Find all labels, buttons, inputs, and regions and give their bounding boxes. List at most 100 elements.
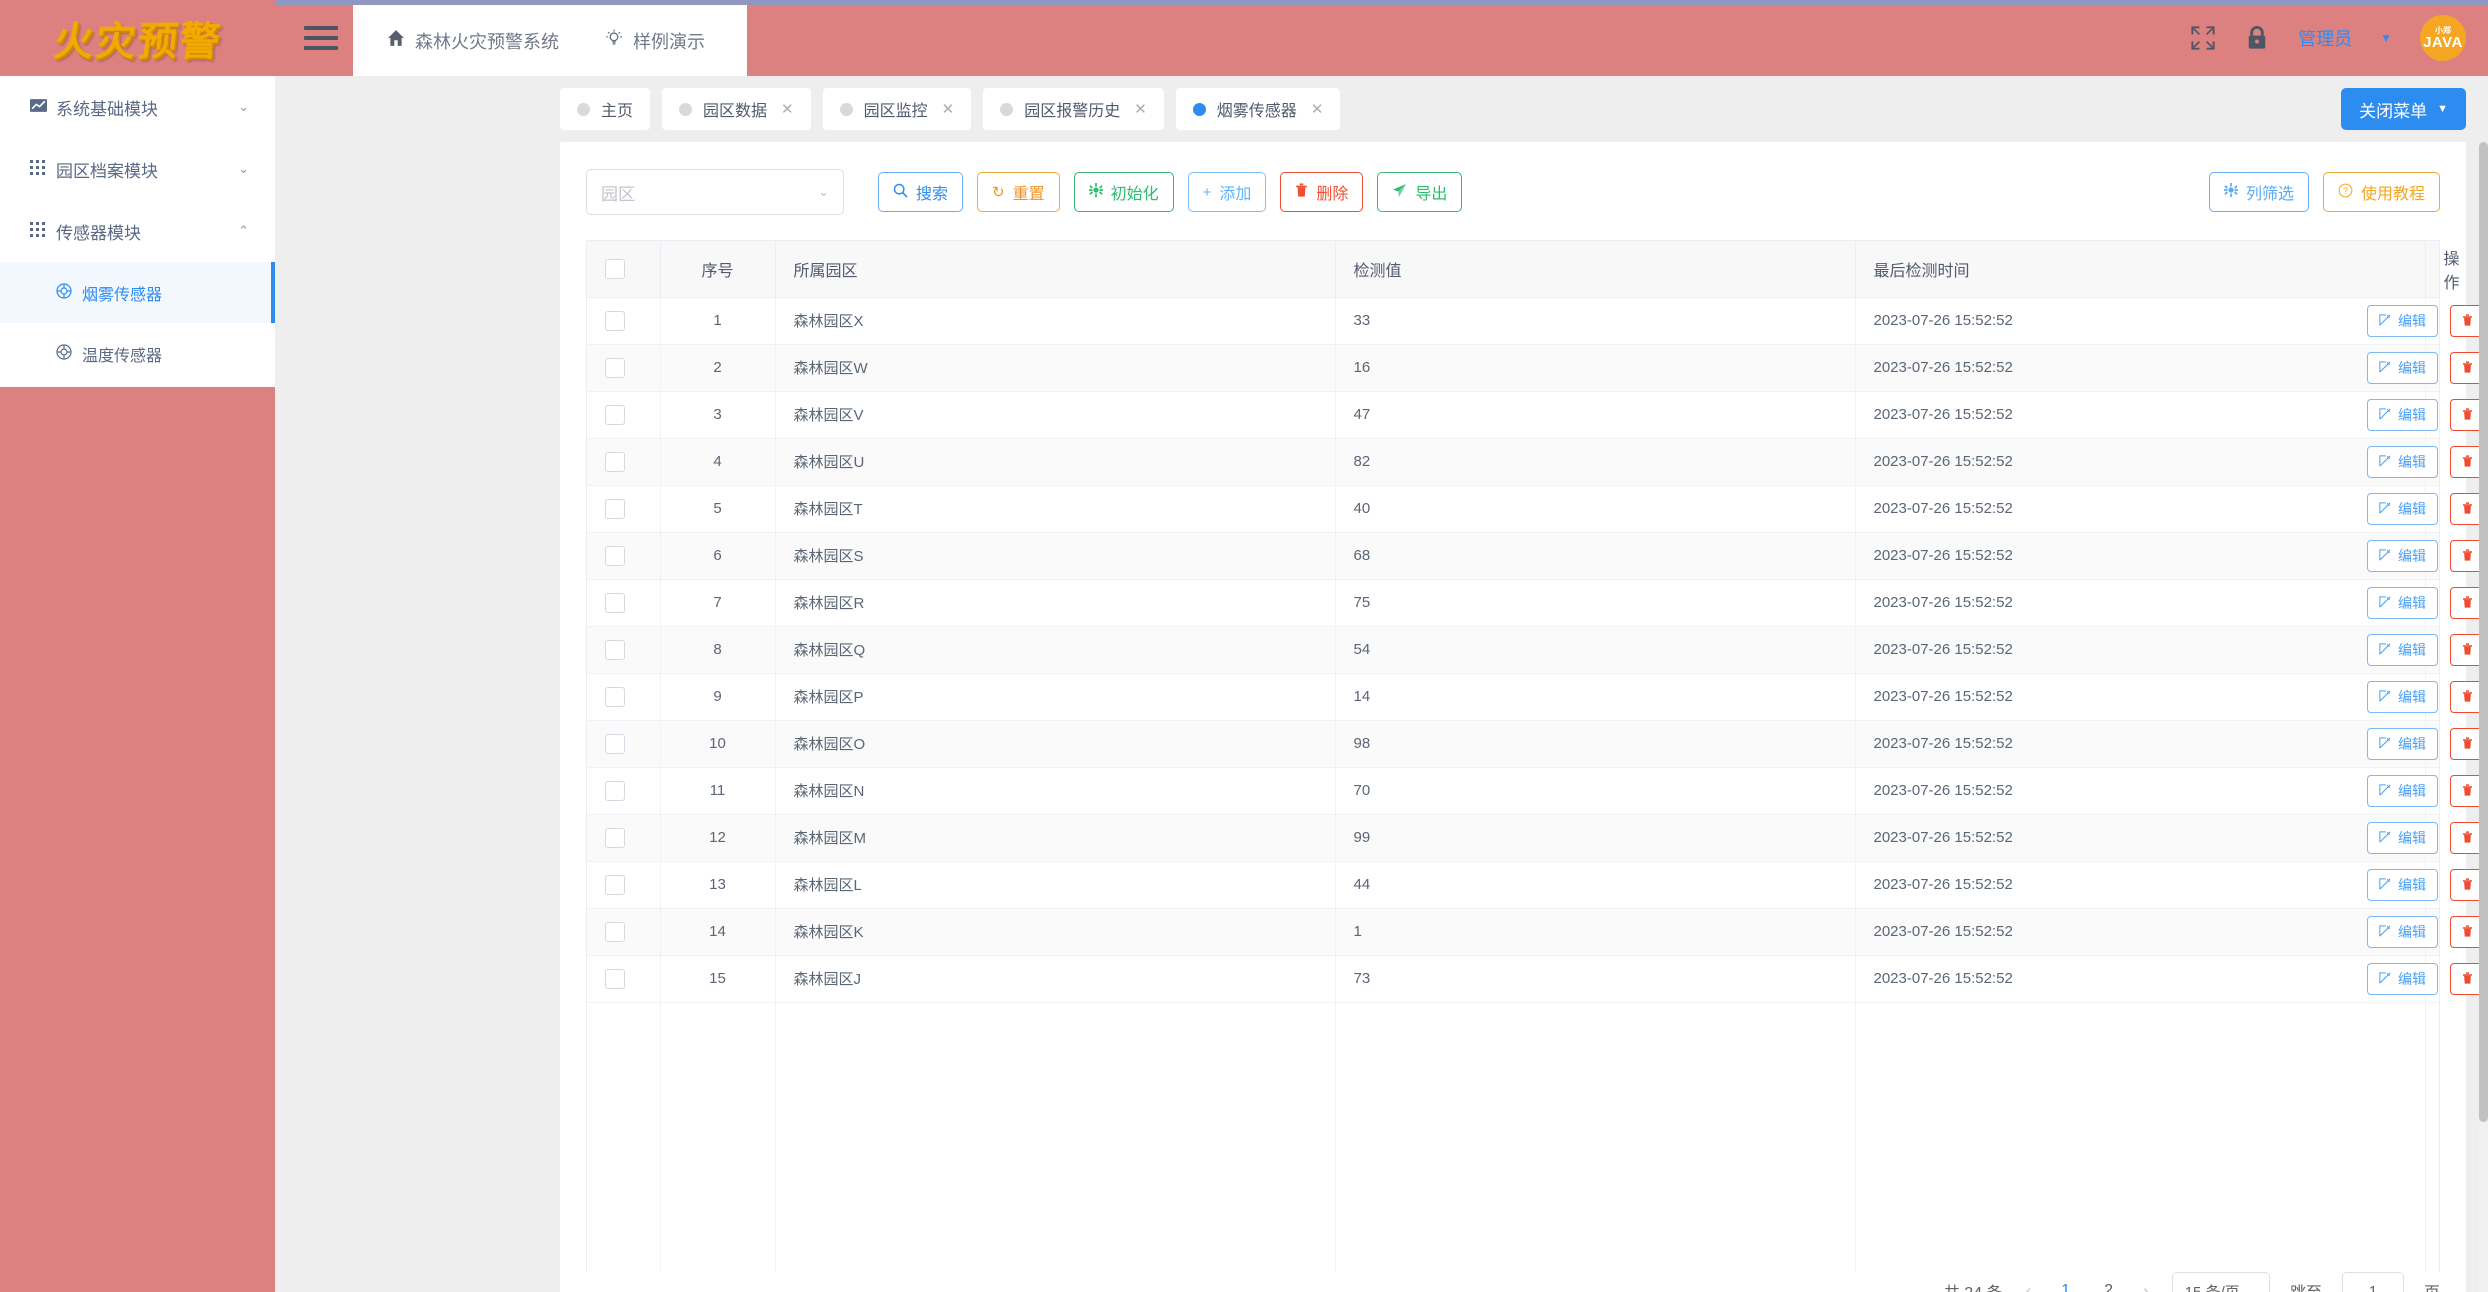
- row-checkbox[interactable]: [605, 827, 625, 848]
- app-root: 火灾预警 系统基础模块 ⌄ 园区档案模块 ⌄ 传感器模块 ⌃ 烟雾传感器 温度传…: [0, 0, 2488, 1292]
- edit-button[interactable]: 编辑: [2367, 962, 2438, 995]
- row-checkbox[interactable]: [605, 686, 625, 707]
- batch-delete-button[interactable]: 删除: [1280, 172, 1364, 212]
- row-checkbox[interactable]: [605, 968, 625, 989]
- table-row[interactable]: 11森林园区N702023-07-26 15:52:52编辑删除: [587, 767, 2488, 815]
- menu-icon[interactable]: [289, 26, 353, 50]
- edit-button[interactable]: 编辑: [2367, 445, 2438, 478]
- table-row[interactable]: 6森林园区S682023-07-26 15:52:52编辑删除: [587, 532, 2488, 580]
- breadcrumb-item-demo[interactable]: 样例演示: [605, 28, 705, 54]
- tab-park-monitor[interactable]: 园区监控 ✕: [822, 88, 972, 130]
- sidebar-item-sensor-module[interactable]: 传感器模块 ⌃: [0, 200, 275, 262]
- chevron-down-icon[interactable]: ▼: [2380, 31, 2392, 45]
- tab-park-data[interactable]: 园区数据 ✕: [662, 88, 811, 130]
- row-checkbox[interactable]: [605, 592, 625, 613]
- row-checkbox[interactable]: [605, 451, 625, 472]
- table-row[interactable]: 14森林园区K12023-07-26 15:52:52编辑删除: [587, 908, 2488, 956]
- cell-time: 2023-07-26 15:52:52: [1855, 438, 2426, 486]
- pagination-next-button[interactable]: ›: [2140, 1281, 2152, 1292]
- tutorial-button[interactable]: ? 使用教程: [2322, 172, 2440, 212]
- row-checkbox[interactable]: [605, 921, 625, 942]
- export-button[interactable]: 导出: [1377, 172, 1463, 212]
- row-checkbox[interactable]: [605, 733, 625, 754]
- reset-button[interactable]: ↻ 重置: [977, 172, 1060, 212]
- close-menu-button[interactable]: 关闭菜单 ▼: [2341, 88, 2466, 130]
- breadcrumb-item-home[interactable]: 森林火灾预警系统: [387, 28, 559, 54]
- select-all-checkbox[interactable]: [605, 258, 625, 279]
- table-row[interactable]: 7森林园区R752023-07-26 15:52:52编辑删除: [587, 579, 2488, 627]
- tab-home[interactable]: 主页: [560, 88, 651, 130]
- row-checkbox[interactable]: [605, 310, 625, 331]
- table-row[interactable]: 15森林园区J732023-07-26 15:52:52编辑删除: [587, 955, 2488, 1003]
- cell-zone: 森林园区Q: [775, 626, 1336, 674]
- close-icon[interactable]: ✕: [1311, 100, 1324, 118]
- table-row[interactable]: 13森林园区L442023-07-26 15:52:52编辑删除: [587, 861, 2488, 909]
- tab-label: 园区数据: [703, 103, 768, 120]
- park-select[interactable]: 园区 ⌄: [586, 169, 844, 215]
- tab-park-alarm-history[interactable]: 园区报警历史 ✕: [983, 88, 1164, 130]
- tab-smoke-sensor[interactable]: 烟雾传感器 ✕: [1175, 88, 1341, 130]
- row-checkbox[interactable]: [605, 780, 625, 801]
- column-filter-button[interactable]: 列筛选: [2208, 172, 2309, 212]
- pagination-page-1[interactable]: 1: [2054, 1282, 2077, 1292]
- edit-label: 编辑: [2398, 970, 2426, 987]
- sidebar: 火灾预警 系统基础模块 ⌄ 园区档案模块 ⌄ 传感器模块 ⌃ 烟雾传感器 温度传…: [0, 0, 275, 1292]
- edit-button[interactable]: 编辑: [2367, 680, 2438, 713]
- table-row[interactable]: 9森林园区P142023-07-26 15:52:52编辑删除: [587, 673, 2488, 721]
- table-row[interactable]: 4森林园区U822023-07-26 15:52:52编辑删除: [587, 438, 2488, 486]
- row-checkbox[interactable]: [605, 498, 625, 519]
- button-label: 使用教程: [2360, 186, 2425, 203]
- sidebar-item-park-archive[interactable]: 园区档案模块 ⌄: [0, 138, 275, 200]
- lock-icon[interactable]: [2244, 25, 2270, 51]
- cell-time: 2023-07-26 15:52:52: [1855, 861, 2426, 909]
- row-checkbox[interactable]: [605, 639, 625, 660]
- table-row[interactable]: 3森林园区V472023-07-26 15:52:52编辑删除: [587, 391, 2488, 439]
- close-icon[interactable]: ✕: [781, 100, 794, 118]
- table-row[interactable]: 5森林园区T402023-07-26 15:52:52编辑删除: [587, 485, 2488, 533]
- table-row[interactable]: 1森林园区X332023-07-26 15:52:52编辑删除: [587, 297, 2488, 345]
- row-checkbox[interactable]: [605, 545, 625, 566]
- edit-button[interactable]: 编辑: [2367, 868, 2438, 901]
- edit-button[interactable]: 编辑: [2367, 821, 2438, 854]
- fullscreen-icon[interactable]: [2190, 25, 2216, 51]
- tab-label: 园区监控: [863, 103, 928, 120]
- edit-icon: [2379, 360, 2391, 376]
- initialize-button[interactable]: 初始化: [1073, 172, 1174, 212]
- page-size-select[interactable]: 15 条/页 ⌄: [2171, 1272, 2270, 1292]
- sidebar-item-temperature-sensor[interactable]: 温度传感器: [0, 323, 275, 384]
- tab-label: 主页: [601, 103, 634, 120]
- sidebar-item-system-base[interactable]: 系统基础模块 ⌄: [0, 76, 275, 138]
- search-button[interactable]: 搜索: [878, 172, 964, 212]
- edit-button[interactable]: 编辑: [2367, 586, 2438, 619]
- table-row[interactable]: 10森林园区O982023-07-26 15:52:52编辑删除: [587, 720, 2488, 768]
- row-checkbox[interactable]: [605, 874, 625, 895]
- sidebar-item-smoke-sensor[interactable]: 烟雾传感器: [0, 262, 275, 323]
- pagination-prev-button[interactable]: ‹: [2023, 1281, 2035, 1292]
- close-icon[interactable]: ✕: [942, 100, 955, 118]
- row-checkbox[interactable]: [605, 404, 625, 425]
- table-row[interactable]: 12森林园区M992023-07-26 15:52:52编辑删除: [587, 814, 2488, 862]
- scrollbar-thumb[interactable]: [2479, 142, 2488, 1122]
- app-logo[interactable]: 火灾预警: [0, 0, 275, 76]
- edit-icon: [2379, 595, 2391, 611]
- admin-name-label[interactable]: 管理员: [2298, 25, 2352, 51]
- table-row[interactable]: 8森林园区Q542023-07-26 15:52:52编辑删除: [587, 626, 2488, 674]
- edit-button[interactable]: 编辑: [2367, 633, 2438, 666]
- edit-button[interactable]: 编辑: [2367, 774, 2438, 807]
- pagination-page-2[interactable]: 2: [2097, 1282, 2120, 1292]
- avatar[interactable]: 小郑 JAVA: [2420, 15, 2466, 61]
- edit-button[interactable]: 编辑: [2367, 351, 2438, 384]
- edit-button[interactable]: 编辑: [2367, 398, 2438, 431]
- close-icon[interactable]: ✕: [1134, 100, 1147, 118]
- vertical-scrollbar[interactable]: [2479, 142, 2488, 1292]
- row-checkbox[interactable]: [605, 357, 625, 378]
- edit-button[interactable]: 编辑: [2367, 539, 2438, 572]
- edit-button[interactable]: 编辑: [2367, 304, 2438, 337]
- add-button[interactable]: + 添加: [1187, 172, 1267, 212]
- edit-button[interactable]: 编辑: [2367, 492, 2438, 525]
- edit-button[interactable]: 编辑: [2367, 915, 2438, 948]
- table-row[interactable]: 2森林园区W162023-07-26 15:52:52编辑删除: [587, 344, 2488, 392]
- cell-operations: 编辑删除: [2367, 861, 2488, 909]
- pagination-jump-input[interactable]: [2341, 1272, 2404, 1292]
- edit-button[interactable]: 编辑: [2367, 727, 2438, 760]
